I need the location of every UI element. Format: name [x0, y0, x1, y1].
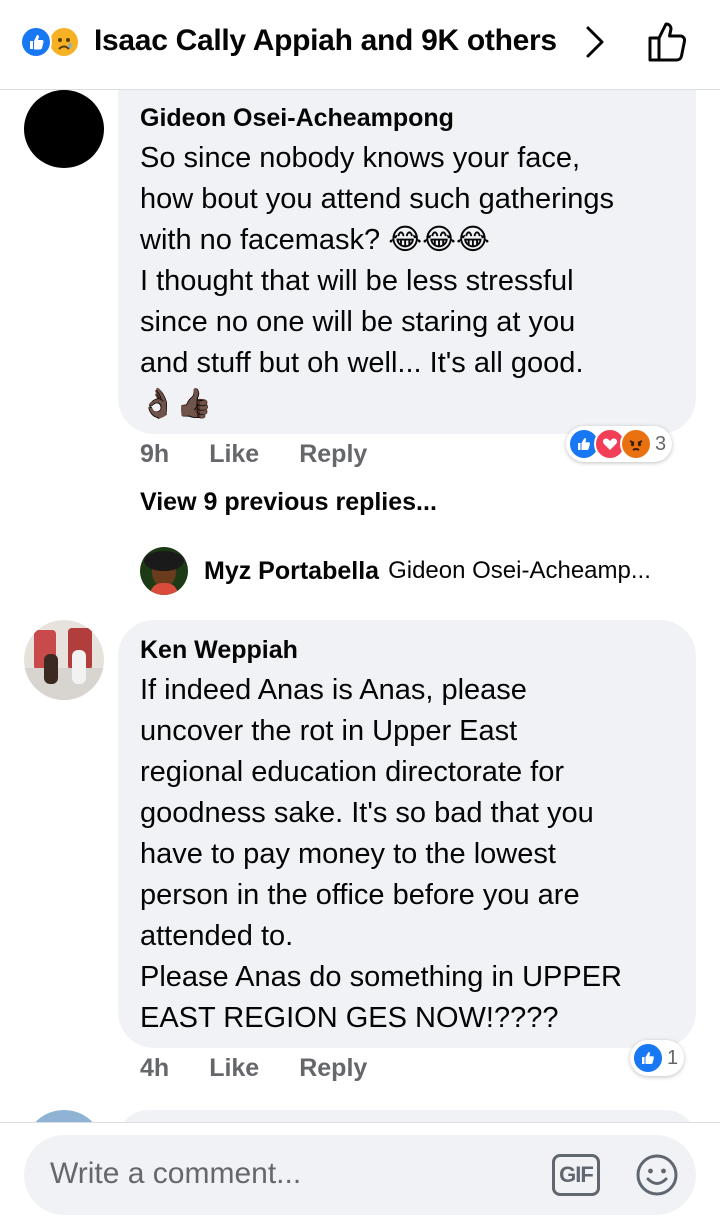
like-icon	[20, 26, 52, 58]
gif-button[interactable]: GIF	[552, 1154, 600, 1196]
comment-actions: 4h Like Reply	[140, 1054, 407, 1083]
like-button[interactable]: Like	[209, 440, 259, 469]
reaction-count: 3	[655, 432, 667, 455]
comment-text: If indeed Anas is Anas, please uncover t…	[140, 674, 622, 1034]
comment-input-placeholder[interactable]: Write a comment...	[50, 1157, 301, 1191]
header-title[interactable]: Isaac Cally Appiah and 9K others	[94, 24, 557, 58]
avatar[interactable]	[24, 620, 104, 700]
view-previous-replies-link[interactable]: View 9 previous replies...	[140, 488, 437, 517]
reply-button[interactable]: Reply	[299, 1054, 367, 1083]
comment-time: 9h	[140, 440, 170, 468]
reaction-summary[interactable]: 3	[566, 426, 673, 462]
smiley-icon[interactable]	[634, 1152, 680, 1203]
like-icon	[632, 1042, 664, 1074]
comment-text: So since nobody knows your face, how bou…	[140, 142, 614, 420]
comment-actions: 9h Like Reply	[140, 440, 407, 469]
reactions-header[interactable]: Isaac Cally Appiah and 9K others	[0, 0, 720, 90]
reaction-summary[interactable]: 1	[630, 1040, 685, 1076]
angry-icon	[620, 428, 652, 460]
thumbs-up-outline-icon[interactable]	[644, 18, 692, 71]
comment-time: 4h	[140, 1054, 170, 1082]
comment-input[interactable]: Write a comment... GIF	[24, 1135, 696, 1215]
header-reaction-icons	[20, 24, 90, 60]
reply-author[interactable]: Myz Portabella	[204, 557, 379, 586]
avatar[interactable]	[140, 547, 188, 595]
comment-bubble[interactable]: Ken Weppiah If indeed Anas is Anas, plea…	[118, 620, 696, 1048]
chevron-right-icon[interactable]	[580, 22, 610, 67]
reply-button[interactable]: Reply	[299, 440, 367, 469]
avatar[interactable]	[24, 90, 104, 168]
reply-text-preview: Gideon Osei-Acheamp...	[388, 557, 651, 584]
comment-author[interactable]: Ken Weppiah	[140, 632, 622, 668]
reply-preview[interactable]: Myz Portabella Gideon Osei-Acheamp...	[140, 546, 651, 596]
reaction-count: 1	[667, 1046, 679, 1069]
comment-bubble[interactable]: Gideon Osei-Acheampong So since nobody k…	[118, 88, 696, 434]
comment-author[interactable]: Gideon Osei-Acheampong	[140, 100, 614, 136]
comment-composer-bar: Write a comment... GIF	[0, 1122, 720, 1226]
like-button[interactable]: Like	[209, 1054, 259, 1083]
sad-icon	[48, 26, 80, 58]
